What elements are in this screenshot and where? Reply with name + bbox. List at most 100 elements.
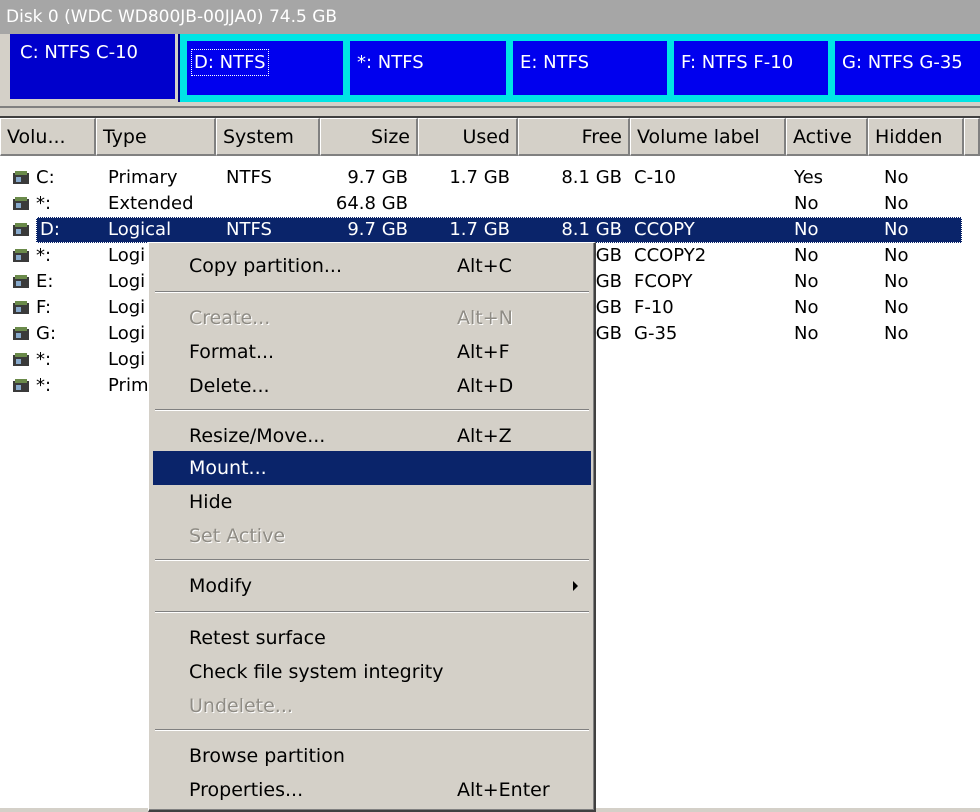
cell-volume: G: [36, 323, 57, 344]
column-header-size[interactable]: Size [320, 118, 418, 156]
cell-volume-label: FCOPY [634, 271, 693, 292]
menu-item-label: Mount... [189, 457, 267, 479]
column-header-used[interactable]: Used [418, 118, 518, 156]
submenu-arrow-icon [573, 581, 578, 591]
hard-drive-icon [13, 379, 29, 392]
cell-volume: D: [40, 219, 60, 240]
menu-item-properties[interactable]: Properties... Alt+Enter [153, 773, 591, 807]
column-header-volume-label[interactable]: Volume label [630, 118, 786, 156]
hard-drive-icon [13, 301, 29, 314]
cell-size: 64.8 GB [335, 193, 408, 214]
menu-item-shortcut: Alt+F [457, 341, 510, 363]
cell-type: Logi [108, 245, 146, 266]
cell-volume-label: CCOPY [634, 219, 695, 240]
menu-separator [155, 559, 589, 561]
partition-block-c[interactable]: C: NTFS C-10 [10, 34, 178, 102]
menu-item-shortcut: Alt+C [457, 255, 512, 277]
cell-active: No [794, 297, 819, 318]
menu-item-shortcut: Alt+D [457, 375, 514, 397]
cell-type: Logi [108, 297, 146, 318]
column-header-type[interactable]: Type [96, 118, 216, 156]
cell-active: No [794, 193, 819, 214]
hard-drive-icon [13, 275, 29, 288]
menu-item-undelete[interactable]: Undelete... [153, 689, 591, 723]
hard-drive-icon [13, 197, 29, 210]
cell-size: 9.7 GB [347, 167, 408, 188]
cell-active: No [794, 245, 819, 266]
table-row[interactable]: *: Extended 64.8 GB No No [0, 190, 980, 218]
cell-active: Yes [794, 167, 824, 188]
cell-hidden: No [884, 193, 909, 214]
menu-item-label: Resize/Move... [189, 425, 326, 447]
cell-size: 9.7 GB [347, 219, 408, 240]
menu-item-set-active[interactable]: Set Active [153, 519, 591, 553]
menu-item-browse-partition[interactable]: Browse partition [153, 739, 591, 773]
partition-label: C: NTFS C-10 [20, 42, 138, 63]
menu-item-copy-partition[interactable]: Copy partition... Alt+C [153, 249, 591, 283]
hard-drive-icon [13, 353, 29, 366]
column-header-system[interactable]: System [216, 118, 320, 156]
menu-item-create[interactable]: Create... Alt+N [153, 301, 591, 335]
cell-type: Logi [108, 271, 146, 292]
cell-volume-label: C-10 [634, 167, 676, 188]
column-header-active[interactable]: Active [786, 118, 868, 156]
context-menu: Copy partition... Alt+C Create... Alt+N … [148, 242, 596, 812]
menu-item-label: Modify [189, 575, 252, 597]
cell-volume: *: [36, 349, 52, 370]
table-row[interactable]: C: Primary NTFS 9.7 GB 1.7 GB 8.1 GB C-1… [0, 164, 980, 192]
menu-item-mount[interactable]: Mount... [153, 451, 591, 485]
menu-item-label: Delete... [189, 375, 270, 397]
cell-volume-label: CCOPY2 [634, 245, 707, 266]
cell-volume: E: [36, 271, 54, 292]
partition-strip: C: NTFS C-10 D: NTFS *: NTFS E: NTFS F: … [10, 34, 980, 102]
menu-item-label: Create... [189, 307, 271, 329]
hard-drive-icon [13, 223, 29, 236]
cell-free: 8.1 GB [561, 167, 622, 188]
table-row-selected[interactable]: D: Logical NTFS 9.7 GB 1.7 GB 8.1 GB CCO… [0, 216, 980, 244]
cell-hidden: No [884, 245, 909, 266]
menu-item-label: Format... [189, 341, 275, 363]
cell-used: 1.7 GB [449, 219, 510, 240]
partition-block-e[interactable]: E: NTFS [506, 34, 674, 102]
menu-item-format[interactable]: Format... Alt+F [153, 335, 591, 369]
column-header-hidden[interactable]: Hidden [868, 118, 964, 156]
splitter[interactable] [0, 106, 980, 112]
menu-item-label: Browse partition [189, 745, 345, 767]
partition-label: *: NTFS [357, 52, 424, 73]
partition-block-unassigned[interactable]: *: NTFS [343, 34, 513, 102]
column-header-volume[interactable]: Volu... [0, 118, 96, 156]
menu-item-label: Check file system integrity [189, 661, 444, 683]
list-header: Volu... Type System Size Used Free Volum… [0, 118, 980, 156]
hard-drive-icon [13, 327, 29, 340]
cell-type: Logical [108, 219, 172, 240]
cell-volume: *: [36, 375, 52, 396]
menu-item-hide[interactable]: Hide [153, 485, 591, 519]
menu-item-delete[interactable]: Delete... Alt+D [153, 369, 591, 403]
menu-item-resize-move[interactable]: Resize/Move... Alt+Z [153, 419, 591, 453]
menu-item-shortcut: Alt+Z [457, 425, 512, 447]
menu-item-label: Undelete... [189, 695, 293, 717]
partition-block-g[interactable]: G: NTFS G-35 [828, 34, 980, 102]
column-header-free[interactable]: Free [518, 118, 630, 156]
cell-system: NTFS [226, 219, 272, 240]
cell-hidden: No [884, 323, 909, 344]
partition-block-f[interactable]: F: NTFS F-10 [667, 34, 835, 102]
menu-item-shortcut: Alt+Enter [457, 779, 550, 801]
menu-item-label: Hide [189, 491, 233, 513]
menu-item-label: Properties... [189, 779, 304, 801]
column-header-filler [964, 118, 980, 156]
hard-drive-icon [13, 171, 29, 184]
cell-hidden: No [884, 297, 909, 318]
cell-type: Logi [108, 349, 146, 370]
menu-item-modify[interactable]: Modify [153, 569, 591, 603]
partition-block-d[interactable]: D: NTFS [180, 34, 350, 102]
cell-volume: *: [36, 245, 52, 266]
menu-item-retest-surface[interactable]: Retest surface [153, 621, 591, 655]
disk-map: Disk 0 (WDC WD800JB-00JJA0) 74.5 GB C: N… [0, 0, 980, 112]
menu-item-check-fs[interactable]: Check file system integrity [153, 655, 591, 689]
cell-type: Prim [108, 375, 149, 396]
cell-active: No [794, 323, 819, 344]
cell-hidden: No [884, 219, 909, 240]
hard-drive-icon [13, 249, 29, 262]
menu-item-label: Copy partition... [189, 255, 342, 277]
